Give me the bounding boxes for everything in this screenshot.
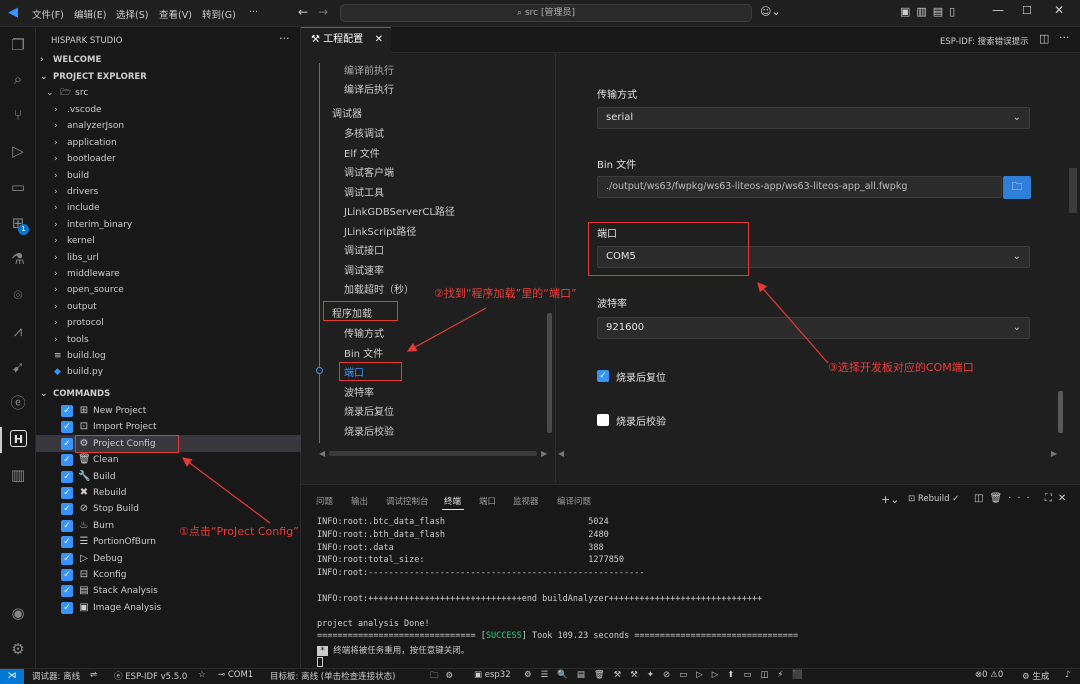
annotation-step3: ③选择开发板对应的COM端口 [828,361,974,374]
arrow-step1 [182,457,271,524]
arrow-step2 [406,307,487,352]
annotation-step2: ②找到“程序加载”里的“端口” [434,287,577,300]
annotation-arrows [182,282,829,524]
annotation-step1: ①点击“ProJect Config” [179,525,299,538]
arrow-step3 [757,282,829,364]
